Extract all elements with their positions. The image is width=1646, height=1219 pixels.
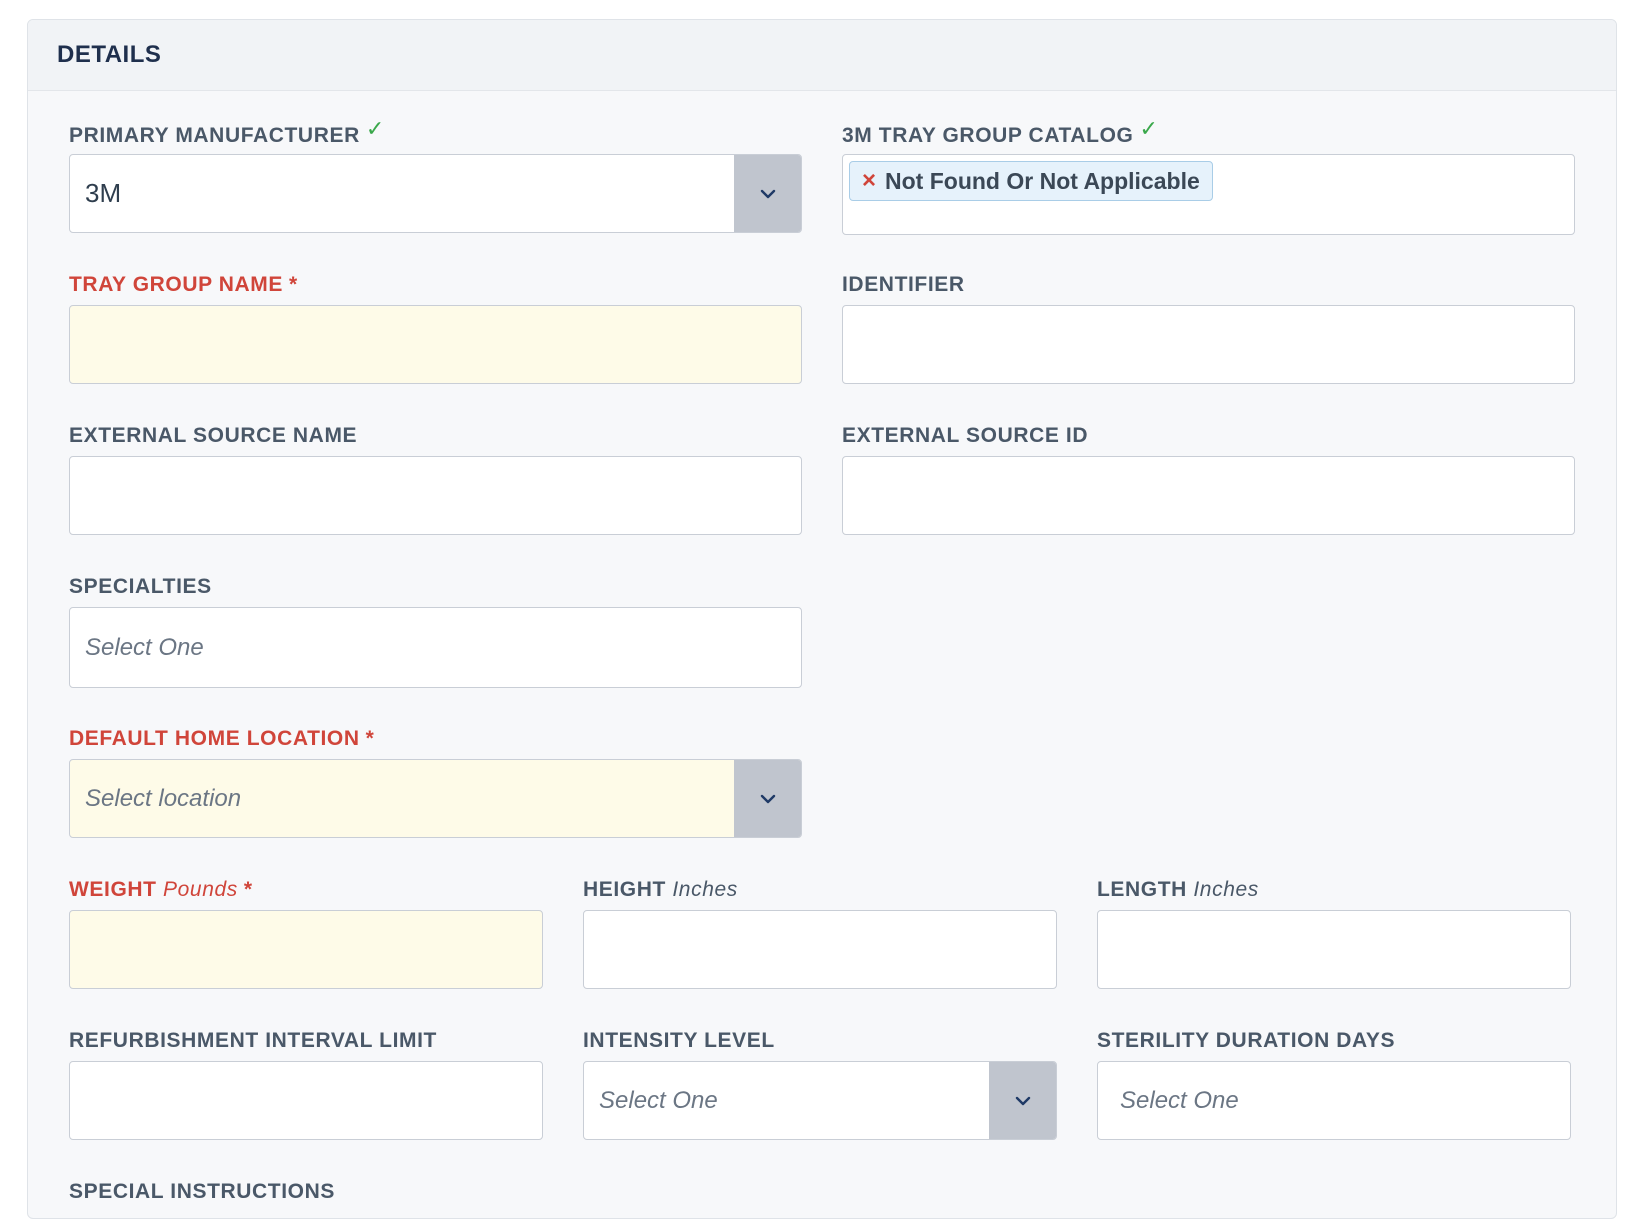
required-marker: *	[243, 878, 253, 901]
identifier-input[interactable]	[842, 305, 1575, 384]
external-source-name-label: EXTERNAL SOURCE NAME	[69, 424, 358, 447]
sterility-duration-days-label: STERILITY DURATION DAYS	[1097, 1029, 1396, 1052]
external-source-id-label: EXTERNAL SOURCE ID	[842, 424, 1089, 447]
refurbishment-interval-limit-label: REFURBISHMENT INTERVAL LIMIT	[69, 1029, 437, 1052]
intensity-level-select[interactable]: Select One	[583, 1061, 1057, 1140]
height-unit: Inches	[672, 878, 738, 901]
specialties-label: SPECIALTIES	[69, 575, 212, 598]
specialties-placeholder: Select One	[85, 633, 204, 661]
tray-group-name-input[interactable]	[69, 305, 802, 384]
special-instructions-label: SPECIAL INSTRUCTIONS	[69, 1180, 335, 1203]
primary-manufacturer-dropdown-toggle[interactable]	[734, 155, 801, 232]
weight-input[interactable]	[69, 910, 543, 989]
default-home-location-select[interactable]: Select location	[69, 759, 802, 838]
specialties-multiselect[interactable]: Select One	[69, 607, 802, 688]
check-icon: ✓	[365, 116, 385, 141]
length-unit: Inches	[1193, 878, 1259, 901]
tray-group-name-label: TRAY GROUP NAME *	[69, 273, 298, 296]
default-home-location-placeholder: Select location	[85, 784, 242, 812]
tray-group-catalog-label: 3M TRAY GROUP CATALOG ✓	[842, 116, 1159, 147]
details-panel: DETAILS PRIMARY MANUFACTURER ✓ 3M 3M TRAY…	[27, 19, 1617, 1219]
intensity-level-dropdown-toggle[interactable]	[989, 1062, 1056, 1139]
sterility-duration-days-placeholder: Select One	[1120, 1086, 1239, 1114]
chevron-down-icon	[1015, 1096, 1030, 1105]
panel-header: DETAILS	[28, 20, 1616, 91]
primary-manufacturer-select[interactable]: 3M	[69, 154, 802, 233]
external-source-name-input[interactable]	[69, 456, 802, 535]
height-label: HEIGHT Inches	[583, 878, 738, 901]
sterility-duration-days-multiselect[interactable]: Select One	[1097, 1061, 1571, 1140]
weight-unit: Pounds	[163, 878, 238, 901]
refurbishment-interval-limit-input[interactable]	[69, 1061, 543, 1140]
weight-label: WEIGHT Pounds *	[69, 878, 253, 901]
intensity-level-label: INTENSITY LEVEL	[583, 1029, 775, 1052]
tray-group-catalog-multiselect[interactable]: × Not Found Or Not Applicable	[842, 154, 1575, 235]
close-icon[interactable]: ×	[862, 167, 876, 195]
default-home-location-dropdown-toggle[interactable]	[734, 760, 801, 837]
length-input[interactable]	[1097, 910, 1571, 989]
catalog-tag-label: Not Found Or Not Applicable	[885, 167, 1200, 194]
chevron-down-icon	[760, 794, 775, 803]
length-label: LENGTH Inches	[1097, 878, 1259, 901]
primary-manufacturer-value: 3M	[85, 178, 122, 208]
external-source-id-input[interactable]	[842, 456, 1575, 535]
catalog-selected-tag: × Not Found Or Not Applicable	[849, 161, 1213, 201]
intensity-level-placeholder: Select One	[599, 1086, 718, 1114]
required-marker: *	[289, 273, 298, 296]
check-icon: ✓	[1139, 116, 1159, 141]
panel-title: DETAILS	[57, 41, 162, 68]
identifier-label: IDENTIFIER	[842, 273, 965, 296]
chevron-down-icon	[760, 189, 775, 198]
required-marker: *	[365, 727, 375, 750]
primary-manufacturer-label: PRIMARY MANUFACTURER ✓	[69, 116, 385, 147]
default-home-location-label: DEFAULT HOME LOCATION *	[69, 727, 375, 750]
height-input[interactable]	[583, 910, 1057, 989]
